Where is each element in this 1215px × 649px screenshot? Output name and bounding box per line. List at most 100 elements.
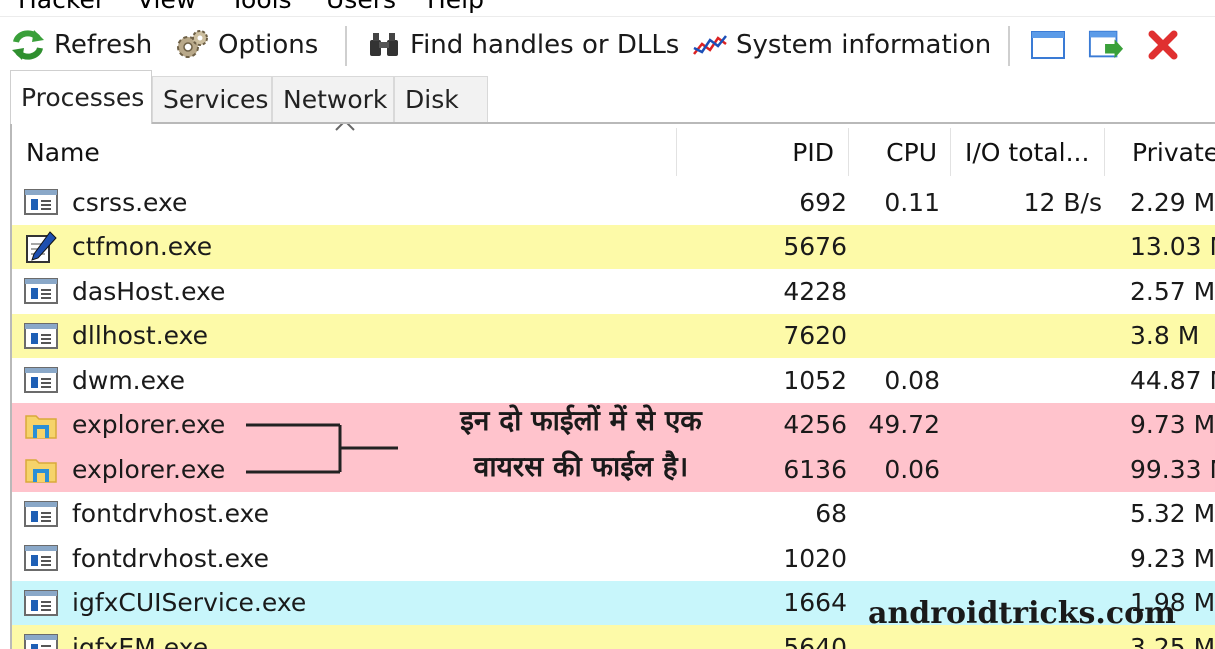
- find-handles-label: Find handles or DLLs: [410, 30, 680, 60]
- cell-cpu: 49.72: [868, 410, 940, 440]
- graph-icon: [692, 27, 728, 63]
- cell-name: fontdrvhost.exe: [24, 536, 269, 581]
- cell-pid: 4228: [783, 276, 847, 306]
- process-name: dasHost.exe: [72, 276, 226, 306]
- refresh-button[interactable]: Refresh: [10, 20, 152, 70]
- cell-name: fontdrvhost.exe: [24, 492, 269, 537]
- cell-private: 2.29 M: [1130, 187, 1215, 217]
- cell-pid: 692: [799, 187, 847, 217]
- process-list: Name PID CPU I/O total... Private csrss.…: [10, 122, 1215, 649]
- menu-hacker[interactable]: Hacker: [18, 0, 105, 14]
- cell-private: 44.87 M: [1130, 365, 1215, 395]
- column-name[interactable]: Name: [26, 124, 676, 180]
- table-row[interactable]: igfxCUIService.exe 1664 1.98 M: [12, 580, 1215, 626]
- cell-name: igfxEM.exe: [24, 625, 208, 649]
- tab-disk[interactable]: Disk: [394, 76, 488, 122]
- window-icon: [24, 632, 58, 649]
- process-name: ctfmon.exe: [72, 232, 213, 262]
- options-label: Options: [218, 30, 319, 60]
- window-icon[interactable]: [1030, 26, 1066, 64]
- process-name: dllhost.exe: [72, 321, 209, 351]
- cell-pid: 68: [815, 499, 847, 529]
- cell-cpu: 0.06: [884, 454, 940, 484]
- cell-name: ctfmon.exe: [24, 225, 212, 270]
- refresh-label: Refresh: [54, 30, 153, 60]
- refresh-icon: [10, 27, 46, 63]
- column-cpu[interactable]: CPU: [849, 124, 937, 180]
- tab-processes[interactable]: Processes: [10, 70, 152, 124]
- cell-pid: 7620: [783, 321, 847, 351]
- window-icon: [24, 543, 58, 573]
- column-private[interactable]: Private: [1132, 124, 1215, 180]
- cell-pid: 6136: [783, 454, 847, 484]
- table-row[interactable]: dllhost.exe 7620 3.8 M: [12, 313, 1215, 359]
- cell-private: 3.25 M: [1130, 632, 1215, 649]
- menu-tools[interactable]: Tools: [230, 0, 292, 14]
- table-row[interactable]: fontdrvhost.exe 68 5.32 M: [12, 491, 1215, 537]
- cell-private: 2.57 M: [1130, 276, 1215, 306]
- cell-pid: 1020: [783, 543, 847, 573]
- column-pid[interactable]: PID: [677, 124, 834, 180]
- table-row[interactable]: explorer.exe 4256 49.72 9.73 M: [12, 402, 1215, 448]
- toolbar: Refresh Options Find handles or DLLs Sys…: [0, 20, 1215, 70]
- cell-private: 99.33 M: [1130, 454, 1215, 484]
- cell-name: igfxCUIService.exe: [24, 581, 306, 626]
- table-row[interactable]: dasHost.exe 4228 2.57 M: [12, 269, 1215, 314]
- cell-name: explorer.exe: [24, 403, 225, 448]
- close-icon[interactable]: [1145, 26, 1181, 64]
- system-information-label: System information: [736, 30, 992, 60]
- export-icon[interactable]: [1088, 26, 1124, 64]
- tab-strip: Processes Services Network Disk: [0, 70, 1215, 124]
- tab-services[interactable]: Services: [152, 76, 272, 122]
- cell-pid: 1664: [783, 588, 847, 618]
- toolbar-separator: [345, 26, 347, 66]
- options-button[interactable]: Options: [174, 20, 318, 70]
- menu-bar: Hacker View Tools Users Help: [0, 0, 1215, 14]
- table-row[interactable]: explorer.exe 6136 0.06 99.33 M: [12, 447, 1215, 492]
- cell-name: dasHost.exe: [24, 269, 225, 314]
- cell-private: 5.32 M: [1130, 499, 1215, 529]
- gear-icon: [174, 27, 210, 63]
- cell-private: 3.8 M: [1130, 321, 1200, 351]
- window-icon: [24, 321, 58, 351]
- menu-view[interactable]: View: [137, 0, 196, 14]
- window-icon: [24, 276, 58, 306]
- notepad-icon: [24, 230, 58, 263]
- table-row[interactable]: dwm.exe 1052 0.08 44.87 M: [12, 358, 1215, 403]
- cell-pid: 4256: [783, 410, 847, 440]
- menu-help[interactable]: Help: [427, 0, 484, 14]
- folder-icon: [24, 454, 58, 484]
- window-icon: [24, 365, 58, 395]
- menu-users[interactable]: Users: [326, 0, 396, 14]
- window-icon: [24, 187, 58, 217]
- menu-divider: [0, 16, 1215, 17]
- system-information-button[interactable]: System information: [692, 20, 991, 70]
- cell-name: dwm.exe: [24, 358, 185, 403]
- cell-name: dllhost.exe: [24, 314, 208, 359]
- process-name: dwm.exe: [72, 365, 185, 395]
- toolbar-separator: [1008, 26, 1010, 66]
- cell-cpu: 0.11: [884, 187, 940, 217]
- find-handles-button[interactable]: Find handles or DLLs: [366, 20, 679, 70]
- cell-private: 9.73 M: [1130, 410, 1215, 440]
- table-row[interactable]: ctfmon.exe 5676 13.03 M: [12, 224, 1215, 270]
- cell-io-total: 12 B/s: [1023, 187, 1102, 217]
- process-name: fontdrvhost.exe: [72, 499, 269, 529]
- table-row[interactable]: igfxEM.exe 5640 3.25 M: [12, 625, 1215, 649]
- window-icon: [24, 588, 58, 618]
- table-row[interactable]: fontdrvhost.exe 1020 9.23 M: [12, 536, 1215, 581]
- folder-icon: [24, 410, 58, 440]
- process-name: igfxEM.exe: [72, 632, 209, 649]
- cell-name: explorer.exe: [24, 447, 225, 492]
- process-name: explorer.exe: [72, 454, 226, 484]
- binoculars-icon: [366, 27, 402, 63]
- cell-name: csrss.exe: [24, 180, 187, 225]
- process-rows: csrss.exe 692 0.11 12 B/s 2.29 M ctfmon.exe 56…: [12, 180, 1215, 649]
- table-row[interactable]: csrss.exe 692 0.11 12 B/s 2.29 M: [12, 180, 1215, 225]
- column-io-total[interactable]: I/O total...: [965, 124, 1105, 180]
- tab-network[interactable]: Network: [272, 76, 394, 122]
- process-name: csrss.exe: [72, 187, 188, 217]
- cell-cpu: 0.08: [884, 365, 940, 395]
- cell-private: 13.03 M: [1130, 232, 1215, 262]
- process-name: igfxCUIService.exe: [72, 588, 307, 618]
